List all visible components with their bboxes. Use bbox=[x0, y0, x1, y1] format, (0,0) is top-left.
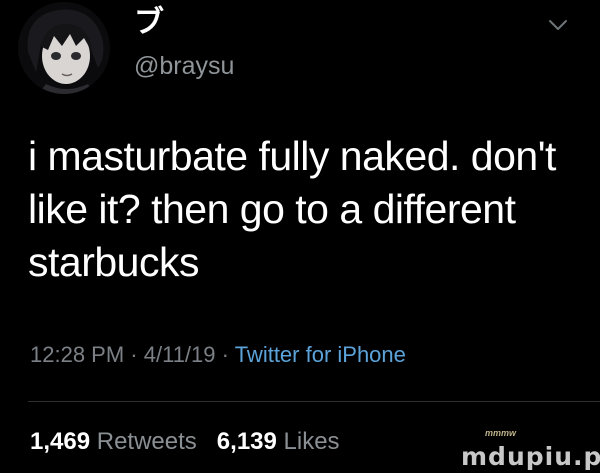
tweet-meta: 12:28 PM · 4/11/19 · Twitter for iPhone bbox=[30, 342, 406, 368]
likes-stat[interactable]: 6,139 Likes bbox=[217, 428, 340, 455]
retweets-count: 1,469 bbox=[30, 428, 91, 455]
tweet-time[interactable]: 12:28 PM bbox=[30, 342, 124, 367]
tweet-stats: 1,469 Retweets 6,139 Likes bbox=[30, 428, 340, 456]
retweets-label: Retweets bbox=[96, 428, 197, 455]
user-handle[interactable]: @braysu bbox=[134, 52, 234, 81]
anime-avatar-image bbox=[18, 2, 110, 94]
site-watermark: mmmw mdupiu.pl bbox=[455, 428, 600, 473]
avatar[interactable] bbox=[18, 2, 110, 94]
divider bbox=[28, 401, 600, 402]
watermark-logo: mmmw bbox=[485, 428, 517, 438]
tweet-source-link[interactable]: Twitter for iPhone bbox=[235, 342, 406, 367]
tweet-date[interactable]: 4/11/19 bbox=[144, 342, 216, 367]
watermark-text: mdupiu.pl bbox=[461, 442, 600, 471]
meta-separator: · bbox=[130, 342, 138, 367]
meta-separator: · bbox=[221, 342, 229, 367]
likes-count: 6,139 bbox=[216, 428, 277, 455]
display-name[interactable]: ブ bbox=[134, 8, 164, 38]
likes-label: Likes bbox=[283, 428, 340, 455]
tweet-text: i masturbate fully naked. don't like it?… bbox=[28, 133, 556, 285]
chevron-down-icon[interactable] bbox=[548, 18, 568, 32]
retweets-stat[interactable]: 1,469 Retweets bbox=[30, 428, 197, 455]
